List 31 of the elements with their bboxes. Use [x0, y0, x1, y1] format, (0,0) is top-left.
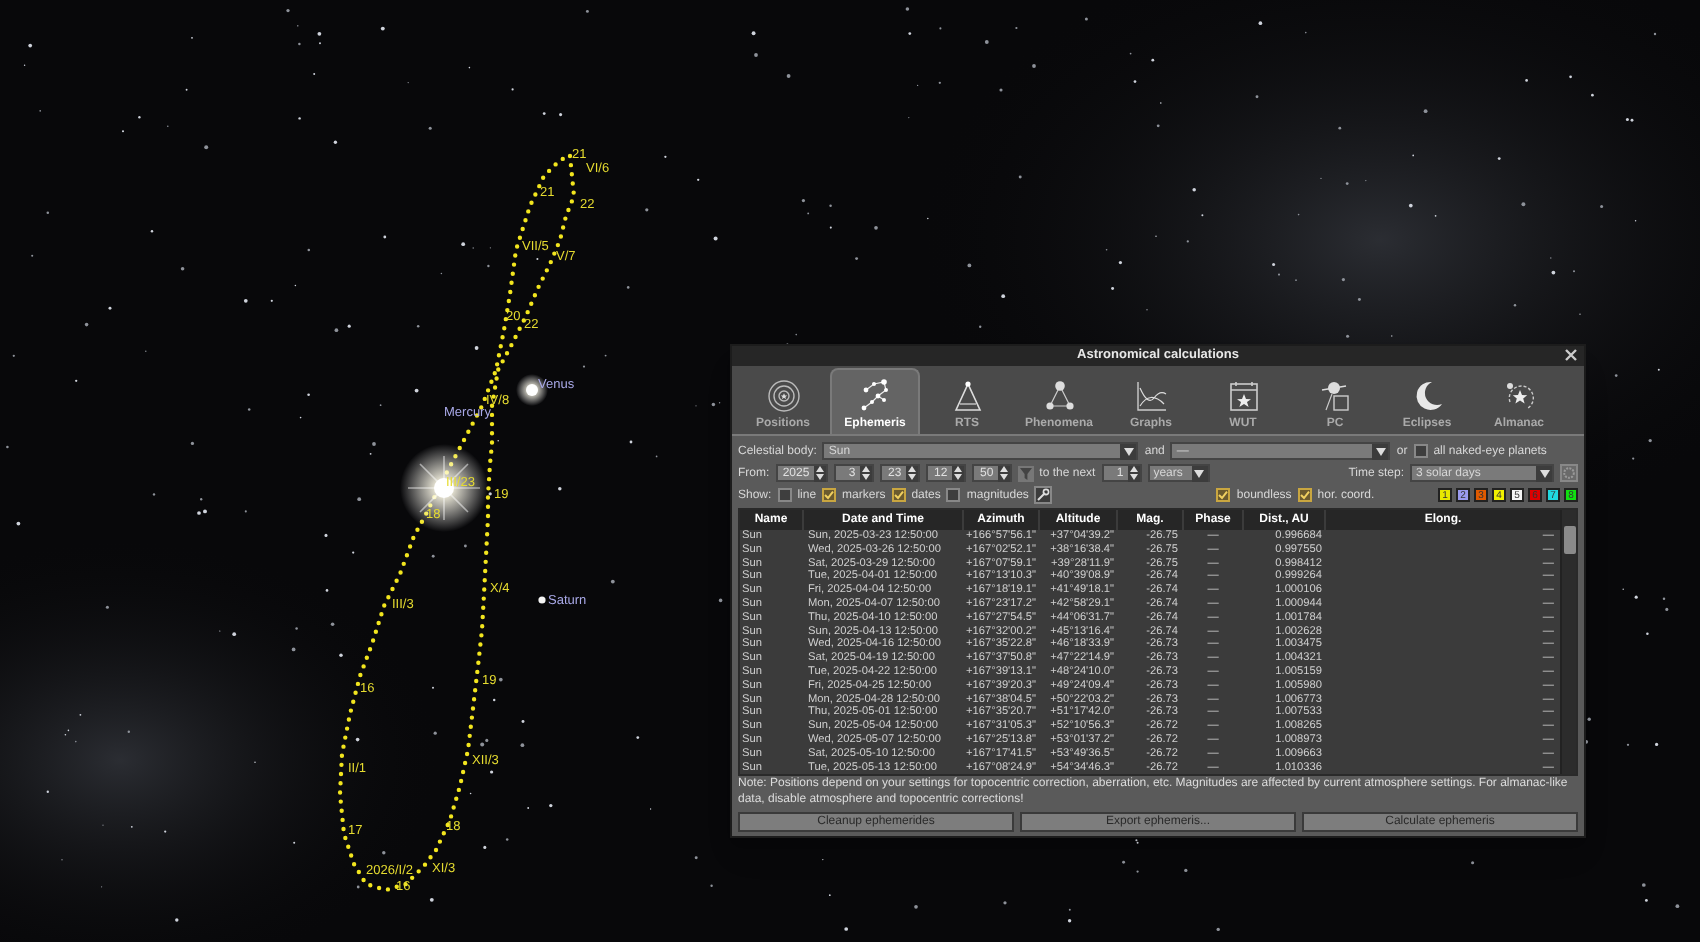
spin-arrows-icon — [859, 465, 872, 481]
checkbox[interactable] — [1413, 444, 1428, 458]
spin-arrows-icon — [997, 465, 1010, 481]
checkbox[interactable] — [777, 488, 792, 502]
planet-dot — [538, 596, 546, 604]
wrench-icon[interactable] — [1034, 486, 1053, 504]
spin-arrows-icon — [813, 465, 826, 481]
line-chart-icon — [1133, 378, 1169, 414]
sun-glow-drawing — [400, 444, 488, 532]
spin-arrows-icon — [1127, 465, 1140, 481]
caret-icon — [1536, 465, 1552, 481]
connected-dots-icon — [1041, 378, 1077, 414]
checkbox[interactable] — [891, 488, 906, 502]
checkbox[interactable] — [1216, 488, 1231, 502]
spin-arrows-icon — [905, 465, 918, 481]
caret-icon — [1372, 443, 1389, 459]
caret-icon — [1120, 443, 1137, 459]
orbit-icon — [765, 378, 801, 414]
constellation-icon — [857, 378, 893, 414]
calendar-icon — [1225, 378, 1261, 414]
scrollbar-thumb[interactable] — [1563, 526, 1575, 554]
checkbox[interactable] — [946, 488, 961, 502]
planet-icon — [1317, 378, 1353, 414]
checkbox[interactable] — [822, 488, 837, 502]
star-cycle-icon — [1501, 378, 1537, 414]
spin-arrows-icon — [951, 465, 964, 481]
mountain-icon — [949, 378, 985, 414]
scrollbar[interactable] — [1560, 510, 1576, 774]
close-icon[interactable] — [1564, 348, 1578, 362]
checkbox[interactable] — [1297, 488, 1312, 502]
caret-icon — [1191, 465, 1208, 481]
